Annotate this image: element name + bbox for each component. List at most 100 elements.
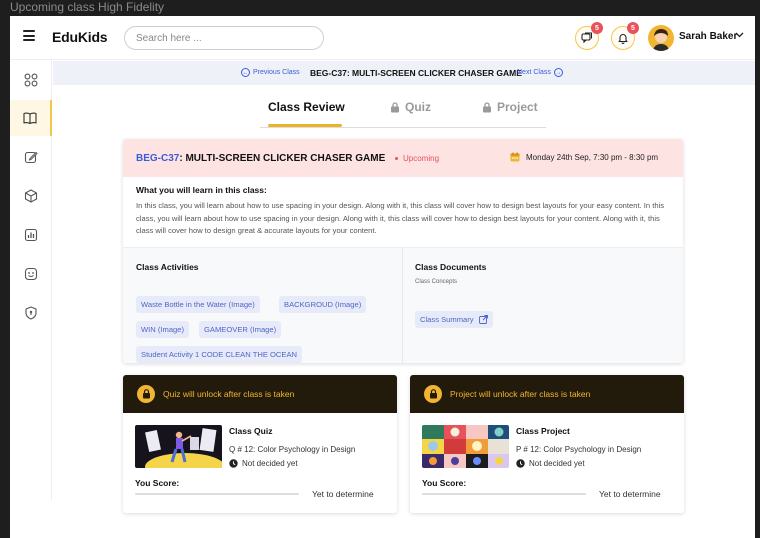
quiz-schedule: Not decided yet [229,459,298,468]
resources-divider [402,247,403,363]
notifications-button[interactable]: 5 [611,22,639,50]
smile-icon [24,267,38,281]
activity-chip[interactable]: Student Activity 1 CODE CLEAN THE OCEAN [136,346,303,363]
quiz-score-value: Yet to determine [312,489,374,499]
documents-subheading: Class Concepts [415,279,458,285]
active-tab-indicator [268,124,342,127]
status-label: Upcoming [403,154,440,163]
previous-class-label: Previous Class [253,69,300,76]
project-schedule-text: Not decided yet [529,459,585,468]
messages-count-badge: 5 [591,22,603,34]
shield-icon [25,306,37,320]
edit-icon [24,151,38,164]
quiz-score-bar [135,493,299,495]
external-link-icon [478,315,488,324]
activity-chip[interactable]: BACKGROUD (Image) [279,296,367,313]
lesson-navigation: ← Previous Class BEG-C37: MULTI-SCREEN C… [53,61,755,85]
tab-bar: Class Review Quiz Project [260,90,546,128]
tab-project[interactable]: Project [482,100,538,114]
next-class-label: Next Class [517,69,551,76]
quiz-lock-banner: Quiz will unlock after class is taken [123,375,397,413]
class-card-header: BEG-C37: MULTI-SCREEN CLICKER CHASER GAM… [123,139,683,177]
chevron-down-icon[interactable] [735,32,744,38]
sidebar-item-reports[interactable] [10,217,52,253]
chat-icon [581,32,592,44]
app-window: EduKids 5 5 Sarah Baker [10,16,755,538]
tab-label: Project [497,100,538,114]
grid-icon [24,73,38,87]
lock-icon [483,101,491,112]
status-badge: Upcoming [395,154,439,163]
document-chip-class-summary[interactable]: Class Summary [415,311,493,328]
project-subtitle: P # 12: Color Psychology in Design [516,445,642,454]
quiz-thumbnail [135,425,222,468]
app-logo[interactable]: EduKids [52,29,108,45]
class-review-card: BEG-C37: MULTI-SCREEN CLICKER CHASER GAM… [123,139,683,363]
menu-icon[interactable] [23,30,35,41]
activity-chip[interactable]: GAMEOVER (Image) [199,321,282,338]
tab-class-review[interactable]: Class Review [268,100,345,114]
quiz-schedule-text: Not decided yet [242,459,298,468]
book-icon [23,112,37,125]
project-lock-banner: Project will unlock after class is taken [410,375,684,413]
notifications-count-badge: 5 [627,22,639,34]
arrow-right-icon: → [553,68,563,77]
search-input[interactable] [124,26,324,50]
project-score-label: You Score: [422,478,467,488]
class-date-text: Monday 24th Sep, 7:30 pm - 8:30 pm [526,152,659,162]
project-score-value: Yet to determine [599,489,661,499]
tab-label: Class Review [268,100,345,114]
arrow-left-icon: ← [241,68,250,77]
learn-description: In this class, you will learn about how … [136,201,665,235]
clock-icon [516,459,525,468]
project-thumbnail [422,425,509,468]
top-bar: EduKids 5 5 Sarah Baker [10,16,755,60]
sidebar-item-classes[interactable] [10,100,52,136]
next-class-link[interactable]: Next Class → [517,68,563,77]
documents-heading: Class Documents [415,262,487,272]
document-label: Class Summary [420,315,474,324]
class-date: Monday 24th Sep, 7:30 pm - 8:30 pm [510,152,658,162]
class-title: BEG-C37: MULTI-SCREEN CLICKER CHASER GAM… [136,153,385,164]
sidebar-item-security[interactable] [10,295,52,331]
project-title: Class Project [516,426,570,436]
project-score-bar [422,493,586,495]
calendar-icon [510,152,520,162]
activity-chip[interactable]: Waste Bottle in the Water (Image) [136,296,260,313]
quiz-subtitle: Q # 12: Color Psychology in Design [229,445,356,454]
project-card: Project will unlock after class is taken… [410,375,684,513]
sidebar-item-projects[interactable] [10,178,52,214]
quiz-card: Quiz will unlock after class is taken Cl… [123,375,397,513]
sidebar-item-activities[interactable] [10,256,52,292]
avatar[interactable] [648,25,674,51]
sidebar [10,60,52,500]
cube-icon [24,189,38,203]
class-code[interactable]: BEG-C37 [136,153,179,164]
learn-heading: What you will learn in this class: [136,185,267,195]
status-dot [395,157,398,160]
tab-label: Quiz [405,100,431,114]
lesson-title: BEG-C37: MULTI-SCREEN CLICKER CHASER GAM… [310,68,522,78]
project-schedule: Not decided yet [516,459,585,468]
bell-icon [618,34,628,44]
messages-button[interactable]: 5 [575,22,603,50]
user-avatar-icon [653,29,669,51]
lock-icon [424,385,442,403]
quiz-score-label: You Score: [135,478,180,488]
sidebar-item-assignments[interactable] [10,139,52,175]
previous-class-link[interactable]: ← Previous Class [241,68,300,77]
lock-icon [391,101,399,112]
chart-icon [24,228,38,242]
class-name: : MULTI-SCREEN CLICKER CHASER GAME [179,153,386,164]
clock-icon [229,459,238,468]
lock-icon [137,385,155,403]
quiz-lock-message: Quiz will unlock after class is taken [163,389,295,399]
quiz-title: Class Quiz [229,426,273,436]
activities-heading: Class Activities [136,262,199,272]
user-name[interactable]: Sarah Baker [679,31,737,42]
project-lock-message: Project will unlock after class is taken [450,389,591,399]
sidebar-item-dashboard[interactable] [10,62,52,98]
frame-title: Upcoming class High Fidelity [10,0,165,14]
tab-quiz[interactable]: Quiz [390,100,431,114]
activity-chip[interactable]: WIN (Image) [136,321,190,338]
